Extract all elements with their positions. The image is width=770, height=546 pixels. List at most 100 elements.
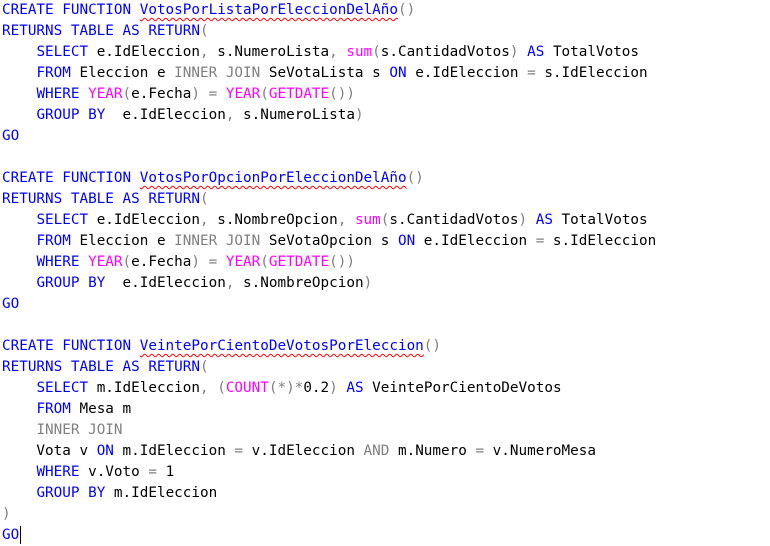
- code-line[interactable]: WHERE v.Voto = 1: [2, 462, 770, 483]
- operator-token: =: [208, 254, 218, 270]
- code-line[interactable]: GO: [2, 126, 770, 147]
- function-name-token: VeintePorCientoDeVotosPorEleccion: [139, 338, 424, 354]
- operator-token: INNER JOIN: [174, 65, 261, 81]
- keyword-token: GO: [2, 128, 20, 144]
- text-token: 0.2: [303, 380, 330, 396]
- operator-token: ,: [329, 44, 338, 60]
- text-token: m.Numero: [389, 443, 476, 459]
- code-line[interactable]: FROM Mesa m: [2, 399, 770, 420]
- code-line[interactable]: CREATE FUNCTION VeintePorCientoDeVotosPo…: [2, 336, 770, 357]
- text-token: m.IdEleccion: [88, 380, 200, 396]
- text-token: Eleccion e: [70, 65, 175, 81]
- code-line[interactable]: RETURNS TABLE AS RETURN(: [2, 357, 770, 378]
- code-line[interactable]: SELECT e.IdEleccion, s.NumeroLista, sum(…: [2, 42, 770, 63]
- keyword-token: WHERE: [36, 464, 80, 480]
- operator-token: INNER JOIN: [36, 422, 123, 438]
- operator-token: ,: [200, 380, 209, 396]
- text-token: Mesa m: [70, 401, 132, 417]
- code-line[interactable]: RETURNS TABLE AS RETURN(: [2, 21, 770, 42]
- code-line[interactable]: GROUP BY e.IdEleccion, s.NumeroLista): [2, 105, 770, 126]
- code-line[interactable]: SELECT e.IdEleccion, s.NombreOpcion, sum…: [2, 210, 770, 231]
- sql-code-editor[interactable]: CREATE FUNCTION VotosPorListaPorEleccion…: [0, 0, 770, 544]
- operator-token: ): [518, 212, 528, 228]
- keyword-token: SELECT: [36, 380, 89, 396]
- text-token: e.IdEleccion: [88, 212, 200, 228]
- text-token: e.IdEleccion: [415, 233, 536, 249]
- code-line[interactable]: GROUP BY m.IdEleccion: [2, 483, 770, 504]
- function-token: COUNT: [225, 380, 269, 396]
- keyword-token: WHERE: [36, 254, 80, 270]
- function-name-token: VotosPorOpcionPorEleccionDelAño: [139, 170, 407, 186]
- code-line[interactable]: WHERE YEAR(e.Fecha) = YEAR(GETDATE()): [2, 84, 770, 105]
- operator-token: =: [148, 464, 157, 480]
- keyword-token: RETURNS TABLE AS RETURN: [2, 191, 200, 207]
- operator-token: ): [329, 380, 338, 396]
- code-line[interactable]: ): [2, 504, 770, 525]
- keyword-token: SELECT: [36, 44, 89, 60]
- text-token: 1: [156, 464, 175, 480]
- keyword-token: GROUP BY: [36, 107, 106, 123]
- function-token: YEAR: [88, 254, 123, 270]
- code-line[interactable]: FROM Eleccion e INNER JOIN SeVotaLista s…: [2, 63, 770, 84]
- code-line[interactable]: [2, 147, 770, 168]
- operator-token: INNER JOIN: [174, 233, 261, 249]
- operator-token: =: [208, 86, 218, 102]
- code-line[interactable]: Vota v ON m.IdEleccion = v.IdEleccion AN…: [2, 441, 770, 462]
- code-line[interactable]: GO: [2, 294, 770, 315]
- code-line[interactable]: CREATE FUNCTION VotosPorListaPorEleccion…: [2, 0, 770, 21]
- operator-token: (): [397, 2, 416, 18]
- text-token: s.NombreOpcion: [234, 275, 364, 291]
- code-line[interactable]: CREATE FUNCTION VotosPorOpcionPorEleccio…: [2, 168, 770, 189]
- operator-token: ()): [329, 254, 355, 270]
- keyword-token: SELECT: [36, 212, 89, 228]
- code-line[interactable]: WHERE YEAR(e.Fecha) = YEAR(GETDATE()): [2, 252, 770, 273]
- keyword-token: ON: [397, 233, 416, 249]
- operator-token: =: [234, 443, 244, 459]
- keyword-token: FROM: [36, 65, 71, 81]
- text-cursor: [20, 526, 22, 544]
- code-line[interactable]: GROUP BY e.IdEleccion, s.NombreOpcion): [2, 273, 770, 294]
- text-token: SeVotaLista s: [260, 65, 390, 81]
- operator-token: ): [363, 275, 373, 291]
- text-token: e.IdEleccion: [105, 275, 226, 291]
- text-token: TotalVotos: [552, 212, 648, 228]
- operator-token: (): [423, 338, 441, 354]
- text-token: TotalVotos: [544, 44, 640, 60]
- operator-token: AND: [363, 443, 390, 459]
- code-line[interactable]: FROM Eleccion e INNER JOIN SeVotaOpcion …: [2, 231, 770, 252]
- function-token: YEAR: [88, 86, 123, 102]
- text-token: s.NombreOpcion: [208, 212, 338, 228]
- text-token: e.IdEleccion: [406, 65, 528, 81]
- keyword-token: CREATE FUNCTION: [2, 2, 132, 18]
- text-token: s.CantidadVotos: [380, 44, 510, 60]
- code-line[interactable]: SELECT m.IdEleccion, (COUNT(*)*0.2) AS V…: [2, 378, 770, 399]
- code-line[interactable]: RETURNS TABLE AS RETURN(: [2, 189, 770, 210]
- function-token: GETDATE: [268, 254, 330, 270]
- function-name-token: VotosPorListaPorEleccionDelAño: [139, 2, 398, 18]
- keyword-token: AS: [346, 380, 364, 396]
- text-token: s.CantidadVotos: [389, 212, 519, 228]
- code-line[interactable]: GO: [2, 525, 770, 546]
- code-line[interactable]: INNER JOIN: [2, 420, 770, 441]
- keyword-token: RETURNS TABLE AS RETURN: [2, 359, 200, 375]
- text-token: e.Fecha: [131, 86, 192, 102]
- text-token: s.NumeroLista: [234, 107, 355, 123]
- code-line[interactable]: [2, 315, 770, 336]
